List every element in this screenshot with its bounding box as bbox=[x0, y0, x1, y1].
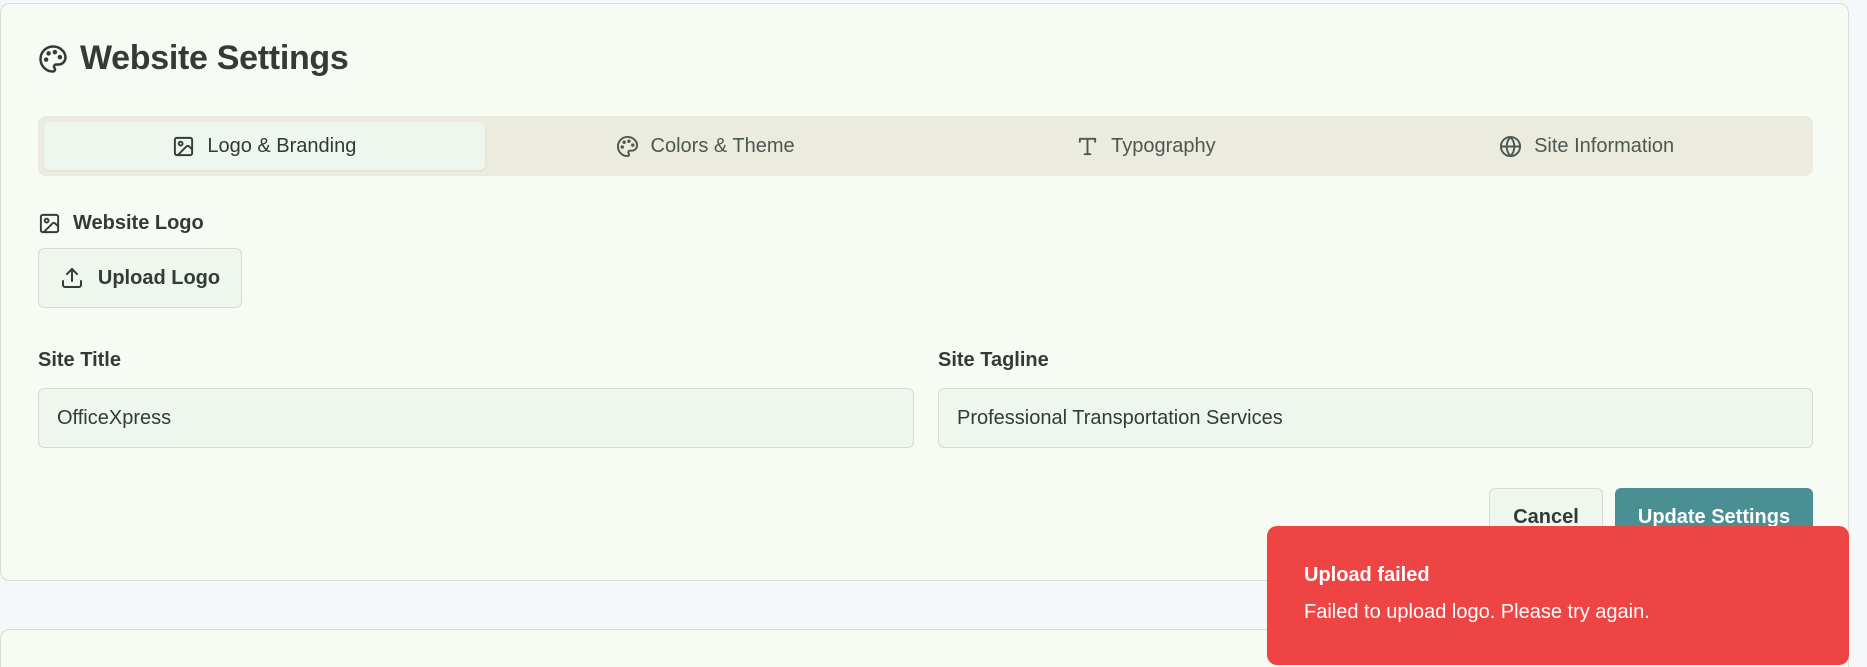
site-title-label: Site Title bbox=[38, 349, 121, 371]
upload-icon bbox=[60, 266, 84, 290]
type-icon bbox=[1076, 135, 1099, 158]
website-logo-label: Website Logo bbox=[38, 212, 204, 235]
palette-icon bbox=[616, 135, 639, 158]
settings-card: Website Settings Logo & Branding Colors … bbox=[0, 3, 1849, 581]
tab-label: Logo & Branding bbox=[207, 134, 357, 157]
toast-message: Failed to upload logo. Please try again. bbox=[1304, 601, 1650, 623]
site-tagline-input[interactable] bbox=[938, 388, 1813, 448]
error-toast[interactable]: Upload failed Failed to upload logo. Ple… bbox=[1267, 526, 1849, 665]
tab-colors-theme[interactable]: Colors & Theme bbox=[485, 122, 926, 170]
website-logo-label-text: Website Logo bbox=[73, 212, 204, 234]
tab-label: Colors & Theme bbox=[650, 134, 795, 157]
page-title: Website Settings bbox=[80, 39, 349, 77]
palette-icon bbox=[38, 44, 68, 74]
toast-title: Upload failed bbox=[1304, 564, 1430, 586]
tab-typography[interactable]: Typography bbox=[926, 122, 1367, 170]
card-header: Website Settings bbox=[38, 39, 349, 78]
globe-icon bbox=[1499, 135, 1522, 158]
tab-site-information[interactable]: Site Information bbox=[1366, 122, 1807, 170]
site-title-input[interactable] bbox=[38, 388, 914, 448]
tab-label: Site Information bbox=[1534, 134, 1675, 157]
tab-label: Typography bbox=[1111, 134, 1216, 157]
site-tagline-label: Site Tagline bbox=[938, 349, 1049, 371]
tab-logo-branding[interactable]: Logo & Branding bbox=[44, 122, 485, 170]
upload-logo-label: Upload Logo bbox=[97, 266, 221, 289]
image-icon bbox=[38, 212, 61, 235]
upload-logo-button[interactable]: Upload Logo bbox=[38, 248, 242, 308]
image-icon bbox=[172, 135, 195, 158]
settings-tabs: Logo & Branding Colors & Theme Typograph… bbox=[38, 116, 1813, 176]
